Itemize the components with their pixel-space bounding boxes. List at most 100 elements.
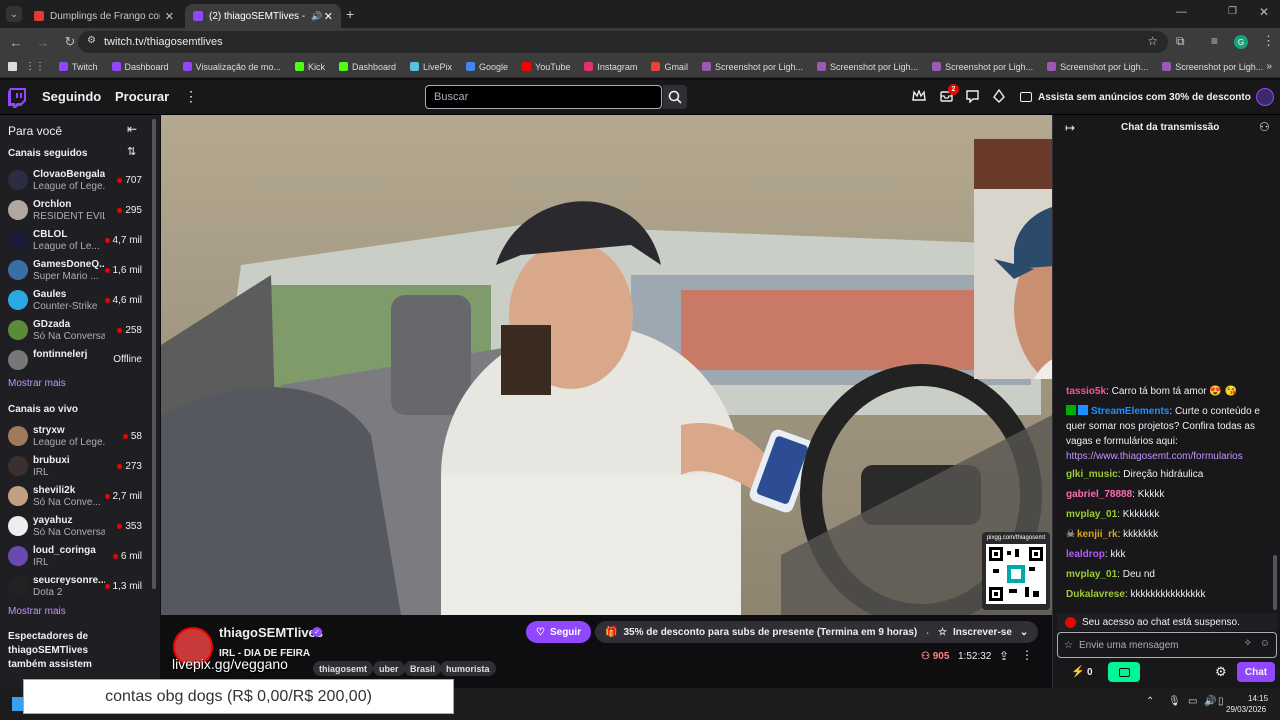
clock-date[interactable]: 29/03/2026 — [1226, 705, 1266, 714]
media-control-icon[interactable]: ≡ — [1211, 34, 1218, 48]
chat-username[interactable]: mvplay_01 — [1066, 509, 1117, 520]
sidebar-channel-item[interactable]: shevili2k Só Na Conve... 2,7 mil — [0, 481, 150, 511]
chat-username[interactable]: gabriel_78888 — [1066, 489, 1132, 500]
bookmark-item[interactable]: Instagram — [584, 62, 637, 72]
stream-tag[interactable]: thiagosemt — [313, 661, 374, 676]
extensions-icon[interactable]: ⧉ — [1176, 34, 1185, 49]
network-icon[interactable]: ▭ — [1188, 696, 1197, 707]
bookmark-item[interactable]: YouTube — [522, 62, 570, 72]
stream-tag[interactable]: uber — [373, 661, 405, 676]
sort-channels-icon[interactable]: ⇅ — [127, 145, 136, 158]
sidebar-channel-item[interactable]: fontinnelerj Offline — [0, 345, 150, 375]
sidebar-channel-item[interactable]: yayahuz Só Na Conversa 353 — [0, 511, 150, 541]
collapse-sidebar-icon[interactable]: ⇤ — [127, 122, 137, 136]
sidebar-channel-item[interactable]: seucreysonre... Dota 2 1,3 mil — [0, 571, 150, 601]
sidebar-channel-item[interactable]: brubuxi IRL 273 — [0, 451, 150, 481]
chat-username[interactable]: kenjii_rk — [1077, 529, 1118, 540]
stream-tag[interactable]: Brasil — [404, 661, 442, 676]
whispers-icon[interactable] — [966, 90, 979, 103]
search-icon[interactable] — [663, 85, 687, 109]
chat-scrollbar[interactable] — [1273, 555, 1277, 610]
close-tab-icon[interactable]: ✕ — [324, 10, 333, 23]
share-icon[interactable]: ⇪ — [999, 649, 1009, 663]
sidebar-scrollbar[interactable] — [152, 119, 156, 589]
bookmark-item[interactable]: Dashboard — [111, 62, 169, 72]
sidebar-channel-item[interactable]: Gaules Counter-Strike 4,6 mil — [0, 285, 150, 315]
back-icon[interactable]: ← — [5, 31, 27, 53]
subscribe-button[interactable]: ☆ Inscrever-se ⌄ — [928, 621, 1039, 643]
battery-icon[interactable]: ▯ — [1218, 696, 1224, 707]
bookmark-item[interactable]: Visualização de mo... — [182, 62, 281, 72]
send-chat-button[interactable]: Chat — [1237, 662, 1275, 682]
bookmark-item[interactable]: Screenshot por Ligh... — [1047, 62, 1148, 72]
bookmark-item[interactable]: Screenshot por Ligh... — [701, 62, 803, 72]
video-player[interactable]: pixgg.com/thiagosemt — [161, 115, 1052, 615]
chat-link[interactable]: https://www.thiagosemt.com/formularios — [1066, 451, 1243, 462]
bookmark-item[interactable]: Kick — [294, 62, 325, 72]
bookmark-item[interactable]: LivePix — [409, 62, 452, 72]
nav-following-link[interactable]: Seguindo — [42, 89, 101, 104]
collapse-chat-icon[interactable]: ↦ — [1065, 121, 1075, 135]
sidebar-channel-item[interactable]: ClovaoBengala League of Lege... 707 — [0, 165, 150, 195]
sidebar-channel-item[interactable]: loud_coringa IRL 6 mil — [0, 541, 150, 571]
show-more-live-link[interactable]: Mostrar mais — [8, 606, 66, 617]
bits-cheer-icon[interactable]: ✧ — [1244, 638, 1252, 649]
bookmark-star-icon[interactable]: ☆ — [1147, 34, 1158, 48]
sidebar-channel-item[interactable]: CBLOL League of Le... 4,7 mil — [0, 225, 150, 255]
sidebar-channel-item[interactable]: GDzada Só Na Conversa 258 — [0, 315, 150, 345]
more-options-icon[interactable]: ⋮ — [184, 88, 198, 105]
prime-crown-icon[interactable] — [912, 90, 926, 102]
chat-username[interactable]: tassio5k — [1066, 386, 1106, 397]
clock-time[interactable]: 14:15 — [1248, 694, 1268, 703]
browser-menu-icon[interactable]: ⋮ — [1262, 33, 1275, 49]
browser-tab-dumplings[interactable]: Dumplings de Frango com BBQ ✕ — [26, 4, 182, 28]
search-input[interactable]: Buscar — [425, 85, 662, 109]
claim-bonus-button[interactable] — [1108, 662, 1140, 682]
bookmark-item[interactable]: Gmail — [651, 62, 688, 72]
browser-tab-twitch[interactable]: (2) thiagoSEMTlives - Twitch 🔊 ✕ — [185, 4, 341, 28]
stream-tag[interactable]: humorista — [440, 661, 496, 676]
audio-playing-icon[interactable]: 🔊 — [311, 11, 322, 22]
sidebar-channel-item[interactable]: GamesDoneQ... Super Mario ... 1,6 mil — [0, 255, 150, 285]
minimize-window-icon[interactable]: — — [1176, 6, 1187, 18]
bookmark-item[interactable]: Screenshot por Ligh... — [817, 62, 918, 72]
follow-button[interactable]: ♡ Seguir — [526, 621, 592, 643]
chat-username[interactable]: Dukalavrese — [1066, 589, 1125, 600]
chat-username[interactable]: StreamElements — [1091, 406, 1169, 417]
microphone-icon[interactable]: 🎙 — [1168, 696, 1181, 707]
sidebar-channel-item[interactable]: OrchlonRESIDENT EVIL... 295 — [0, 195, 150, 225]
bookmark-item[interactable]: Google — [466, 62, 508, 72]
chat-username[interactable]: lealdrop — [1066, 549, 1105, 560]
more-bookmarks-icon[interactable]: » — [1266, 61, 1272, 72]
address-bar[interactable]: ⚙ twitch.tv/thiagosemtlives ☆ — [78, 31, 1168, 53]
community-icon[interactable]: ⚇ — [1259, 120, 1270, 134]
tray-chevron-icon[interactable]: ⌃ — [1146, 696, 1154, 707]
chat-username[interactable]: mvplay_01 — [1066, 569, 1117, 580]
volume-icon[interactable]: 🔊 — [1204, 696, 1216, 707]
chat-settings-icon[interactable]: ⚙ — [1215, 664, 1227, 680]
bits-icon[interactable] — [993, 89, 1005, 103]
channel-name[interactable]: thiagoSEMTlives — [219, 625, 323, 640]
twitch-logo-icon[interactable] — [8, 88, 26, 108]
bookmark-item[interactable]: Screenshot por Ligh... — [932, 62, 1033, 72]
profile-avatar[interactable]: G — [1234, 35, 1248, 49]
emote-picker-icon[interactable]: ☺ — [1260, 638, 1270, 649]
ad-free-button[interactable]: Assista sem anúncios com 30% de desconto — [1014, 86, 1251, 108]
close-window-icon[interactable]: ✕ — [1259, 5, 1269, 19]
restore-window-icon[interactable]: ❐ — [1228, 6, 1237, 17]
chat-input[interactable]: ☆ Envie uma mensagem ✧ ☺ — [1057, 632, 1277, 658]
site-info-icon[interactable]: ⚙ — [87, 35, 96, 46]
more-options-icon[interactable]: ⋮ — [1021, 648, 1033, 662]
channel-points-icon[interactable]: ⚡ — [1071, 665, 1085, 678]
bookmark-square-icon[interactable] — [8, 62, 17, 71]
show-more-followed-link[interactable]: Mostrar mais — [8, 378, 66, 389]
new-tab-button[interactable]: + — [346, 6, 354, 22]
bookmark-item[interactable]: Screenshot por Ligh... — [1162, 62, 1263, 72]
apps-grid-icon[interactable]: ⋮⋮ — [25, 61, 45, 72]
bookmark-item[interactable]: Dashboard — [338, 62, 396, 72]
gift-sub-offer-button[interactable]: 🎁 35% de desconto para subs de presente (… — [595, 621, 944, 643]
tab-list-button[interactable]: ⌄ — [6, 6, 22, 22]
bookmark-item[interactable]: Twitch — [59, 62, 98, 72]
nav-browse-link[interactable]: Procurar — [115, 89, 169, 104]
user-avatar[interactable] — [1256, 88, 1274, 106]
